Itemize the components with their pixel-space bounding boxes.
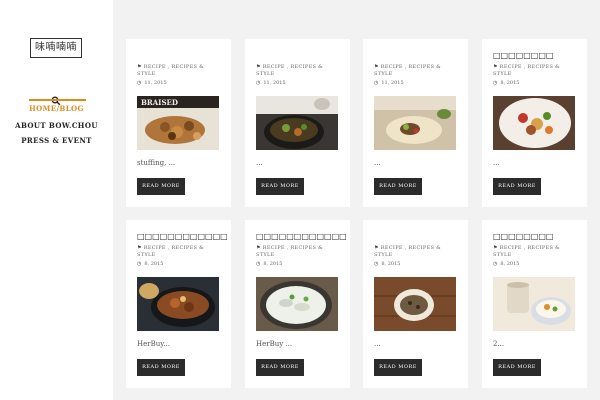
clock-icon: ◷ <box>256 80 261 86</box>
post-card: □□□□□□□□ ⚑ RECIPE , RECIPES & STYLE ◷ 8, 2… <box>482 39 587 207</box>
tag-icon: ⚑ <box>374 245 379 251</box>
post-category[interactable]: ⚑ RECIPE , RECIPES & STYLE <box>493 64 577 78</box>
clock-icon: ◷ <box>374 80 379 86</box>
post-thumbnail[interactable] <box>374 96 456 150</box>
post-card: ⚑ RECIPE , RECIPES & STYLE ◷ 11, 2015 ... … <box>245 39 350 207</box>
tag-icon: ⚑ <box>256 64 261 70</box>
post-card: □□□□□□□□ ⚑ RECIPE , RECIPES & STYLE ◷ 8, 2… <box>482 220 587 388</box>
svg-text:BRAISED: BRAISED <box>141 98 178 107</box>
site-logo[interactable]: 味喃喃喃 <box>30 38 82 58</box>
read-more-button[interactable]: READ MORE <box>137 178 185 195</box>
tag-icon: ⚑ <box>137 245 142 251</box>
post-category-text[interactable]: RECIPE , RECIPES & STYLE <box>493 245 560 258</box>
post-title[interactable]: □□□□□□□□□□□□□□□□ <box>256 232 346 241</box>
post-thumbnail[interactable] <box>256 96 338 150</box>
post-thumbnail[interactable] <box>493 277 575 331</box>
read-more-button[interactable]: READ MORE <box>374 359 422 376</box>
post-date-text: 11, 2015 <box>381 80 404 86</box>
nav-active-indicator <box>29 99 86 101</box>
post-card: ⚑ RECIPE , RECIPES & STYLE ◷ 8, 2015 ... R… <box>363 220 468 388</box>
post-excerpt: 2... <box>493 340 505 348</box>
post-category-text[interactable]: RECIPE , RECIPES & STYLE <box>137 64 204 77</box>
post-thumbnail[interactable]: BRAISED <box>137 96 219 150</box>
post-excerpt: HerBuy... <box>137 340 170 348</box>
post-excerpt: ... <box>374 340 381 348</box>
post-thumbnail[interactable] <box>493 96 575 150</box>
post-date: ◷ 11, 2015 <box>137 80 167 86</box>
nav-about[interactable]: ABOUT BOW.CHOU <box>0 121 113 130</box>
post-date: ◷ 11, 2015 <box>374 80 404 86</box>
post-date: ◷ 8, 2015 <box>493 80 519 86</box>
read-more-button[interactable]: READ MORE <box>374 178 422 195</box>
tag-icon: ⚑ <box>137 64 142 70</box>
clock-icon: ◷ <box>137 261 142 267</box>
post-thumbnail[interactable] <box>137 277 219 331</box>
post-date-text: 8, 2015 <box>144 261 164 267</box>
post-card: ⚑ RECIPE , RECIPES & STYLE ◷ 11, 2015 BRAI… <box>126 39 231 207</box>
post-date-text: 8, 2015 <box>500 80 520 86</box>
read-more-button[interactable]: READ MORE <box>493 178 541 195</box>
post-card: □□□□□□□□□□□□□□□□□□ ⚑RECIPE , RECIPES & S… <box>126 220 231 388</box>
post-date: ◷ 8, 2015 <box>493 261 519 267</box>
post-category[interactable]: ⚑ RECIPE , RECIPES & STYLE <box>256 245 340 259</box>
post-category-text[interactable]: RECIPE , RECIPES & STYLE <box>137 245 204 258</box>
post-category[interactable]: ⚑ RECIPE , RECIPES & STYLE <box>137 245 221 259</box>
post-category-text[interactable]: RECIPE , RECIPES & STYLE <box>256 64 323 77</box>
post-excerpt: ... <box>374 159 381 167</box>
clock-icon: ◷ <box>256 261 261 267</box>
tag-icon: ⚑ <box>493 245 498 251</box>
post-date: ◷ 11, 2015 <box>256 80 286 86</box>
sidebar: 味喃喃喃 HOME/BLOG ABOUT BOW.CHOU PRESS & EV… <box>0 0 113 400</box>
tag-icon: ⚑ <box>256 245 261 251</box>
post-thumbnail[interactable] <box>374 277 456 331</box>
post-title[interactable]: □□□□□□□□ <box>493 232 583 241</box>
post-category-text[interactable]: RECIPE , RECIPES & STYLE <box>256 245 323 258</box>
clock-icon: ◷ <box>137 80 142 86</box>
post-category[interactable]: ⚑ RECIPE , RECIPES & STYLE <box>493 245 577 259</box>
clock-icon: ◷ <box>493 80 498 86</box>
post-excerpt: stuffing, ... <box>137 159 176 167</box>
post-card: □□□□□□□□□□□□□□□□ ⚑RECIPE , RECIPES & STY… <box>245 220 350 388</box>
tag-icon: ⚑ <box>493 64 498 70</box>
post-excerpt: HerBuy ... <box>256 340 293 348</box>
post-title[interactable]: □□□□□□□□ <box>493 51 583 60</box>
post-category-text[interactable]: RECIPE , RECIPES & STYLE <box>493 64 560 77</box>
post-date: ◷ 8, 2015 <box>256 261 282 267</box>
post-category[interactable]: ⚑ RECIPE , RECIPES & STYLE <box>256 64 340 78</box>
post-excerpt: ... <box>493 159 500 167</box>
clock-icon: ◷ <box>493 261 498 267</box>
nav-home-blog[interactable]: HOME/BLOG <box>0 104 113 113</box>
post-date-text: 8, 2015 <box>381 261 401 267</box>
read-more-button[interactable]: READ MORE <box>493 359 541 376</box>
read-more-button[interactable]: READ MORE <box>137 359 185 376</box>
clock-icon: ◷ <box>374 261 379 267</box>
post-date-text: 8, 2015 <box>500 261 520 267</box>
post-thumbnail[interactable] <box>256 277 338 331</box>
post-excerpt: ... <box>256 159 263 167</box>
post-date: ◷ 8, 2015 <box>374 261 400 267</box>
tag-icon: ⚑ <box>374 64 379 70</box>
post-category[interactable]: ⚑ RECIPE , RECIPES & STYLE <box>137 64 221 78</box>
post-title[interactable]: □□□□□□□□□□□□□□□□□□ <box>137 232 227 241</box>
read-more-button[interactable]: READ MORE <box>256 359 304 376</box>
post-card: ⚑ RECIPE , RECIPES & STYLE ◷ 11, 2015 ... … <box>363 39 468 207</box>
post-category-text[interactable]: RECIPE , RECIPES & STYLE <box>374 64 441 77</box>
read-more-button[interactable]: READ MORE <box>256 178 304 195</box>
post-date-text: 11, 2015 <box>144 80 167 86</box>
post-date-text: 8, 2015 <box>263 261 283 267</box>
post-date-text: 11, 2015 <box>263 80 286 86</box>
post-date: ◷ 8, 2015 <box>137 261 163 267</box>
post-category-text[interactable]: RECIPE , RECIPES & STYLE <box>374 245 441 258</box>
post-category[interactable]: ⚑ RECIPE , RECIPES & STYLE <box>374 245 458 259</box>
post-category[interactable]: ⚑ RECIPE , RECIPES & STYLE <box>374 64 458 78</box>
nav-press-event[interactable]: PRESS & EVENT <box>0 136 113 145</box>
